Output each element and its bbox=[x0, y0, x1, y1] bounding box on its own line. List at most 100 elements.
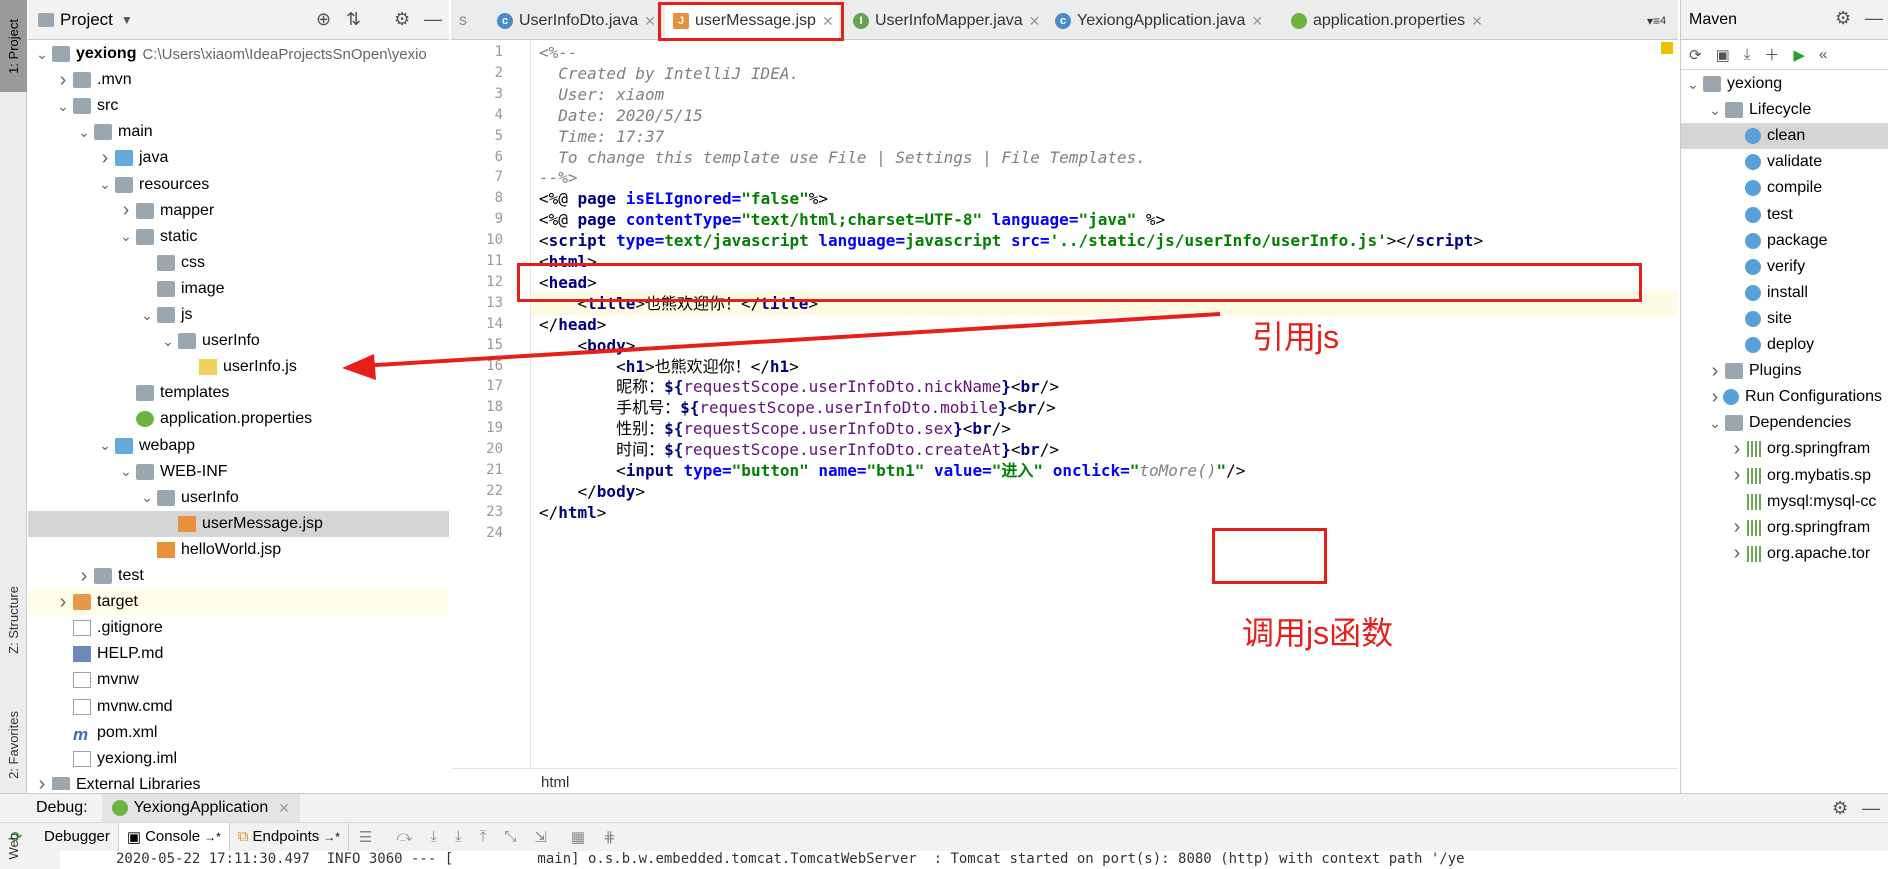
maven-tree-item[interactable]: › org.apache.tor bbox=[1681, 541, 1888, 567]
chevron-down-icon[interactable]: ⌄ bbox=[160, 333, 176, 350]
tab-userinfomapper[interactable]: I UserInfoMapper.java ✕ bbox=[845, 2, 1041, 40]
tree-item[interactable]: › .mvn bbox=[28, 67, 449, 93]
tab-yexiongapplication[interactable]: c YexiongApplication.java ✕ bbox=[1047, 2, 1277, 40]
chevron-right-icon[interactable]: › bbox=[97, 147, 113, 170]
chevron-right-icon[interactable]: › bbox=[55, 69, 71, 92]
project-tool-tab[interactable]: 1: Project bbox=[0, 0, 27, 92]
tree-item[interactable]: › target bbox=[28, 589, 449, 616]
minimize-icon[interactable]: — bbox=[424, 9, 442, 30]
chevron-down-icon[interactable]: ⌄ bbox=[118, 228, 134, 245]
project-view-title[interactable]: Project bbox=[60, 10, 113, 30]
chevron-right-icon[interactable]: › bbox=[118, 199, 134, 222]
tree-item[interactable]: .gitignore bbox=[28, 615, 449, 641]
tab-debugger[interactable]: Debugger bbox=[36, 822, 119, 851]
chevron-down-icon[interactable]: ⌄ bbox=[97, 176, 113, 193]
maven-tree-item[interactable]: validate bbox=[1681, 149, 1888, 175]
tree-item[interactable]: userMessage.jsp bbox=[28, 510, 449, 537]
step-over-icon[interactable]: ⤼ bbox=[396, 828, 412, 845]
close-icon[interactable]: ✕ bbox=[1029, 13, 1041, 30]
tree-item[interactable]: ⌄ static bbox=[28, 224, 449, 250]
minimize-icon[interactable]: — bbox=[1865, 8, 1883, 29]
maven-tree-item[interactable]: test bbox=[1681, 202, 1888, 228]
maven-tree-item[interactable]: ⌄ Dependencies bbox=[1681, 410, 1888, 436]
locate-icon[interactable]: ⊕ bbox=[316, 9, 331, 30]
gear-icon[interactable]: ⚙ bbox=[394, 9, 410, 30]
maven-tree-item[interactable]: site bbox=[1681, 306, 1888, 332]
chevron-down-icon[interactable]: ⌄ bbox=[1707, 102, 1723, 119]
step-into-icon[interactable]: ⤓ bbox=[430, 828, 437, 845]
tree-item[interactable]: › External Libraries bbox=[28, 772, 449, 790]
close-icon[interactable]: ✕ bbox=[644, 13, 656, 30]
tree-item[interactable]: application.properties bbox=[28, 406, 449, 432]
tree-item[interactable]: › test bbox=[28, 563, 449, 589]
maven-tree-item[interactable]: › org.mybatis.sp bbox=[1681, 463, 1888, 489]
maven-tree-item[interactable]: › org.springfram bbox=[1681, 436, 1888, 462]
gear-icon[interactable]: ⚙ bbox=[1835, 8, 1851, 29]
chevron-right-icon[interactable]: › bbox=[1707, 386, 1723, 409]
code-editor[interactable]: <%-- Created by IntelliJ IDEA. User: xia… bbox=[531, 40, 1678, 768]
tree-item[interactable]: › java bbox=[28, 145, 449, 171]
maven-tree-item[interactable]: › Plugins bbox=[1681, 358, 1888, 384]
maven-tree-item[interactable]: › org.springfram bbox=[1681, 515, 1888, 541]
chevron-right-icon[interactable]: › bbox=[1729, 438, 1745, 461]
trace-icon[interactable]: ⋕ bbox=[603, 828, 616, 846]
tree-item[interactable]: ⌄ resources bbox=[28, 172, 449, 198]
chevron-right-icon[interactable]: › bbox=[76, 565, 92, 588]
chevron-right-icon[interactable]: › bbox=[34, 773, 50, 790]
chevron-down-icon[interactable]: ⌄ bbox=[76, 124, 92, 141]
drop-frame-icon[interactable]: ⤡ bbox=[504, 828, 516, 845]
maven-tree-item[interactable]: package bbox=[1681, 228, 1888, 254]
tab-overflow[interactable]: s bbox=[451, 2, 487, 40]
minimize-icon[interactable]: — bbox=[1862, 798, 1880, 819]
maven-tree-item[interactable]: install bbox=[1681, 280, 1888, 306]
tree-item[interactable]: ⌄ main bbox=[28, 119, 449, 145]
more-icon[interactable]: « bbox=[1819, 46, 1827, 63]
tree-item[interactable]: m pom.xml bbox=[28, 720, 449, 746]
chevron-down-icon[interactable]: ⌄ bbox=[1685, 76, 1701, 93]
tree-item[interactable]: › mapper bbox=[28, 198, 449, 224]
maven-tree-item[interactable]: mysql:mysql-cc bbox=[1681, 489, 1888, 515]
close-icon[interactable]: ✕ bbox=[1471, 13, 1483, 30]
tab-endpoints[interactable]: ⧉ Endpoints →* bbox=[230, 822, 349, 851]
close-icon[interactable]: ✕ bbox=[822, 13, 834, 30]
chevron-right-icon[interactable]: › bbox=[1729, 516, 1745, 539]
chevron-down-icon[interactable]: ▼ bbox=[121, 13, 133, 27]
maven-tree-item[interactable]: verify bbox=[1681, 254, 1888, 280]
favorites-tool-tab[interactable]: 2: Favorites bbox=[0, 700, 27, 790]
add-icon[interactable]: ＋ bbox=[1764, 44, 1779, 65]
tree-item[interactable]: mvnw bbox=[28, 667, 449, 693]
chevron-right-icon[interactable]: › bbox=[1707, 360, 1723, 383]
tree-item[interactable]: ⌄ webapp bbox=[28, 433, 449, 459]
collapse-all-icon[interactable]: ⇅ bbox=[346, 9, 361, 30]
chevron-right-icon[interactable]: › bbox=[1729, 464, 1745, 487]
maven-tree-item[interactable]: ⌄ Lifecycle bbox=[1681, 97, 1888, 123]
evaluate-icon[interactable]: ▦ bbox=[571, 828, 585, 846]
tree-item[interactable]: image bbox=[28, 276, 449, 302]
maven-tree-item[interactable]: › Run Configurations bbox=[1681, 384, 1888, 410]
tab-console[interactable]: ▣ Console →* bbox=[118, 822, 230, 851]
tab-list-menu[interactable]: ▾≡ 4 bbox=[1639, 2, 1675, 40]
maven-tree-item[interactable]: clean bbox=[1681, 123, 1888, 150]
tree-item[interactable]: ⌄ src bbox=[28, 93, 449, 119]
close-icon[interactable]: ✕ bbox=[1251, 13, 1263, 30]
tree-item[interactable]: ⌄ yexiong C:\Users\xiaom\IdeaProjectsSnOpe… bbox=[28, 41, 449, 67]
reload-icon[interactable]: ⟳ bbox=[1689, 46, 1702, 64]
chevron-down-icon[interactable]: ⌄ bbox=[139, 489, 155, 506]
tab-application-properties[interactable]: application.properties ✕ bbox=[1283, 2, 1497, 40]
run-icon[interactable]: ▶ bbox=[1793, 46, 1805, 64]
download-icon[interactable]: ⤓ bbox=[1744, 46, 1751, 63]
tree-item[interactable]: yexiong.iml bbox=[28, 746, 449, 772]
step-out-icon[interactable]: ⤒ bbox=[480, 828, 487, 845]
chevron-down-icon[interactable]: ⌄ bbox=[118, 463, 134, 480]
inspection-status-icon[interactable] bbox=[1661, 42, 1673, 54]
restore-layout-icon[interactable]: ☰ bbox=[359, 828, 372, 846]
run-to-cursor-icon[interactable]: ⇲ bbox=[534, 828, 547, 846]
tree-item[interactable]: mvnw.cmd bbox=[28, 694, 449, 720]
chevron-right-icon[interactable]: › bbox=[1729, 542, 1745, 565]
maven-tree-item[interactable]: deploy bbox=[1681, 332, 1888, 358]
close-icon[interactable]: ✕ bbox=[278, 800, 290, 817]
debug-config-tab[interactable]: YexiongApplication ✕ bbox=[101, 794, 300, 822]
chevron-down-icon[interactable]: ⌄ bbox=[139, 307, 155, 324]
chevron-down-icon[interactable]: ⌄ bbox=[34, 46, 50, 63]
breadcrumb[interactable]: html bbox=[451, 768, 1678, 793]
